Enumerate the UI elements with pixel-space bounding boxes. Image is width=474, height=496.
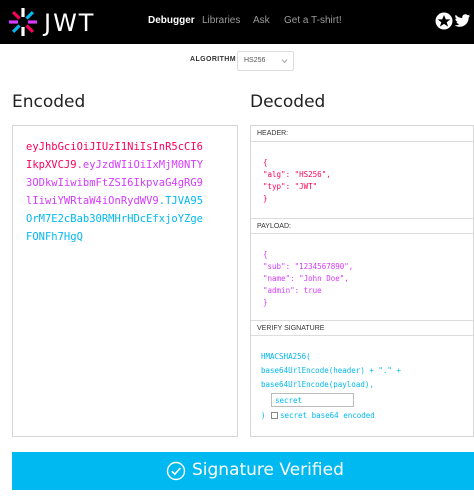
token-payload-segment: eyJzdWIiOiIxMjM0NTY <box>82 159 204 171</box>
token-line: 3ODkwIiwibmFtZSI6IkpvaG4gRG9 <box>26 177 203 189</box>
token-signature-segment: FONFh7HgQ <box>26 231 83 243</box>
token-line: IkpXVCJ9.eyJzdWIiOiIxMjM0NTY <box>26 159 203 171</box>
encoded-token-editor[interactable]: eyJhbGciOiJIUzI1NiIsInR5cCI6 IkpXVCJ9.ey… <box>12 125 238 437</box>
decoded-title: Decoded <box>250 92 326 112</box>
signature-close-paren: ) <box>261 411 266 420</box>
encoded-title: Encoded <box>12 92 86 112</box>
token-signature-segment: OrM7E2cBab30RMHrHDcEfxjoYZge <box>26 213 204 225</box>
token-signature-segment: TJVA95 <box>165 195 204 207</box>
token-header-segment: eyJhbGciOiJIUzI1NiIsInR5cCI6 <box>26 141 204 153</box>
secret-input[interactable]: secret <box>271 393 354 407</box>
signature-formula-line: base64UrlEncode(payload), <box>261 380 374 389</box>
jwt-logo-icon[interactable] <box>8 7 38 37</box>
check-circle-icon <box>166 461 186 481</box>
top-nav-bar: JWT Debugger Libraries Ask Get a T-shirt… <box>0 0 474 44</box>
nav-get-tshirt[interactable]: Get a T-shirt! <box>284 15 342 26</box>
payload-json-line[interactable]: "sub": "1234567890", <box>263 262 353 271</box>
payload-section-label: PAYLOAD: <box>251 218 473 234</box>
algorithm-select[interactable]: HS256 <box>237 51 294 71</box>
brand-name[interactable]: JWT <box>44 9 95 37</box>
payload-json-line[interactable]: "admin": true <box>263 286 322 295</box>
twitter-icon[interactable] <box>454 12 471 30</box>
token-payload-segment: lIiwiYWRtaW4iOnRydWV9 <box>26 195 159 207</box>
chevron-down-icon <box>281 59 288 64</box>
token-header-segment: IkpXVCJ9 <box>26 159 77 171</box>
base64-encoded-checkbox[interactable] <box>271 412 278 419</box>
token-line: FONFh7HgQ <box>26 231 83 243</box>
token-payload-segment: 3ODkwIiwibmFtZSI6IkpvaG4gRG9 <box>26 177 204 189</box>
header-json-line[interactable]: "alg": "HS256", <box>263 170 331 179</box>
signature-formula-line: HMACSHA256( <box>261 352 311 361</box>
signature-verified-status: Signature Verified <box>12 452 474 490</box>
verify-signature-section-label: VERIFY SIGNATURE <box>251 320 473 336</box>
token-line: lIiwiYWRtaW4iOnRydWV9.TJVA95 <box>26 195 203 207</box>
header-json-line[interactable]: } <box>263 194 268 203</box>
decoded-panel: HEADER: { "alg": "HS256", "typ": "JWT" }… <box>250 125 474 437</box>
base64-encoded-label[interactable]: secret base64 encoded <box>280 411 375 420</box>
header-section-label: HEADER: <box>251 126 473 142</box>
nav-debugger[interactable]: Debugger <box>148 15 195 26</box>
signature-verified-label: Signature Verified <box>192 460 344 480</box>
nav-libraries[interactable]: Libraries <box>202 15 240 26</box>
payload-json-line[interactable]: { <box>263 250 268 259</box>
nav-ask[interactable]: Ask <box>253 15 270 26</box>
algorithm-value: HS256 <box>244 57 266 64</box>
auth0-icon[interactable] <box>435 12 453 30</box>
token-line: eyJhbGciOiJIUzI1NiIsInR5cCI6 <box>26 141 203 153</box>
header-json-line[interactable]: "typ": "JWT" <box>263 182 317 191</box>
secret-input-value: secret <box>275 396 303 405</box>
header-json-line[interactable]: { <box>263 158 268 167</box>
payload-json-line[interactable]: } <box>263 298 268 307</box>
payload-json-line[interactable]: "name": "John Doe", <box>263 274 349 283</box>
algorithm-label: ALGORITHM <box>190 56 236 63</box>
signature-formula-line: base64UrlEncode(header) + "." + <box>261 366 401 375</box>
token-line: OrM7E2cBab30RMHrHDcEfxjoYZge <box>26 213 203 225</box>
